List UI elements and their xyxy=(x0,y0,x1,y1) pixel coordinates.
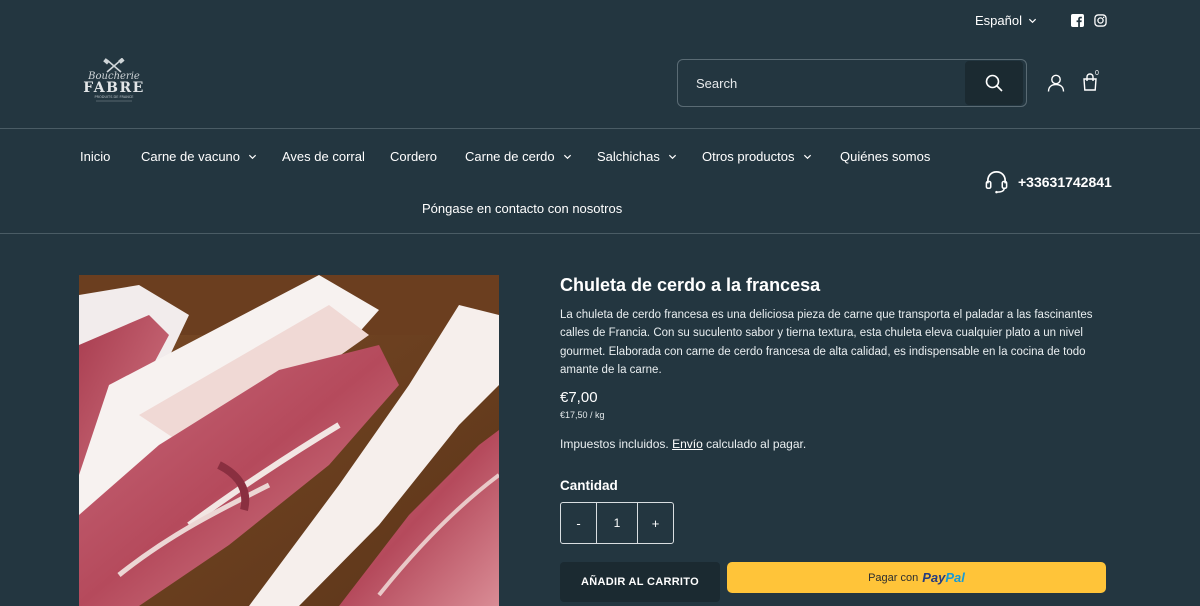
chevron-down-icon xyxy=(1028,18,1037,24)
tax-suffix: calculado al pagar. xyxy=(706,437,807,451)
shipping-link[interactable]: Envío xyxy=(672,437,703,451)
nav-item-label: Carne de cerdo xyxy=(465,149,555,164)
pork-chop-photo xyxy=(79,275,499,606)
nav-item-contacto[interactable]: Póngase en contacto con nosotros xyxy=(422,201,622,216)
header-divider xyxy=(0,128,1200,129)
quantity-input[interactable] xyxy=(596,503,638,543)
nav-divider xyxy=(0,233,1200,234)
product-image[interactable] xyxy=(79,275,499,606)
paypal-button[interactable]: Pagar con PayPal xyxy=(727,562,1106,593)
chevron-down-icon xyxy=(248,154,257,160)
add-to-cart-button[interactable]: AÑADIR AL CARRITO xyxy=(560,562,720,602)
search-icon xyxy=(985,74,1003,92)
nav-item-aves-de-corral[interactable]: Aves de corral xyxy=(282,149,365,164)
search-button[interactable] xyxy=(965,61,1023,105)
quantity-label: Cantidad xyxy=(560,478,618,493)
nav-item-label: Carne de vacuno xyxy=(141,149,241,164)
instagram-icon[interactable] xyxy=(1094,14,1107,27)
facebook-icon[interactable] xyxy=(1071,14,1084,27)
nav-item-carne-de-cerdo[interactable]: Carne de cerdo xyxy=(465,149,572,164)
language-label: Español xyxy=(975,13,1022,28)
nav-item-label: Póngase en contacto con nosotros xyxy=(422,201,623,216)
chevron-down-icon xyxy=(668,154,676,160)
phone-number: +33631742841 xyxy=(1018,173,1112,190)
nav-item-label: Inicio xyxy=(80,149,111,164)
search-bar xyxy=(677,59,1027,107)
paypal-logo-pal: Pal xyxy=(945,570,965,585)
chevron-down-icon xyxy=(563,154,571,160)
logo[interactable]: Boucherie FABRE PRODUITS DE FRANCE xyxy=(80,58,148,106)
nav-item-carne-de-vacuno[interactable]: Carne de vacuno xyxy=(141,149,257,164)
nav-item-label: Salchichas xyxy=(597,149,660,164)
product-price: €7,00 xyxy=(560,389,598,406)
quantity-decrease-button[interactable]: - xyxy=(561,503,596,543)
nav-item-label: Quiénes somos xyxy=(840,149,931,164)
nav-item-inicio[interactable]: Inicio xyxy=(80,149,110,164)
nav-item-salchichas[interactable]: Salchichas xyxy=(597,149,677,164)
user-icon[interactable] xyxy=(1047,74,1065,92)
nav-item-label: Aves de corral xyxy=(282,149,365,164)
nav-item-otros-productos[interactable]: Otros productos xyxy=(702,149,812,164)
paypal-logo-pay: Pay xyxy=(922,570,946,585)
phone-contact[interactable]: +33631742841 xyxy=(984,169,1112,194)
paypal-prefix: Pagar con xyxy=(868,571,919,584)
search-input[interactable] xyxy=(678,60,965,106)
language-selector[interactable]: Español xyxy=(975,13,1037,28)
headset-icon xyxy=(985,171,1008,194)
unit-price: €17,50 / kg xyxy=(560,410,605,420)
paypal-logo: PayPal xyxy=(922,570,965,585)
quantity-stepper: - + xyxy=(560,502,674,544)
quantity-increase-button[interactable]: + xyxy=(638,503,673,543)
tax-note: Impuestos incluidos. Envío calculado al … xyxy=(560,437,806,451)
nav-item-label: Cordero xyxy=(390,149,437,164)
cart-count-badge: 0 xyxy=(1095,70,1099,77)
logo-main-text: FABRE xyxy=(83,80,145,96)
nav-item-quienes-somos[interactable]: Quiénes somos xyxy=(840,149,930,164)
nav-item-cordero[interactable]: Cordero xyxy=(390,149,437,164)
product-title: Chuleta de cerdo a la francesa xyxy=(560,275,821,295)
chevron-down-icon xyxy=(803,154,811,160)
product-description: La chuleta de cerdo francesa es una deli… xyxy=(560,309,1093,377)
logo-small-text: PRODUITS DE FRANCE xyxy=(94,95,133,99)
tax-prefix: Impuestos incluidos. xyxy=(560,437,669,451)
nav-item-label: Otros productos xyxy=(702,149,795,164)
